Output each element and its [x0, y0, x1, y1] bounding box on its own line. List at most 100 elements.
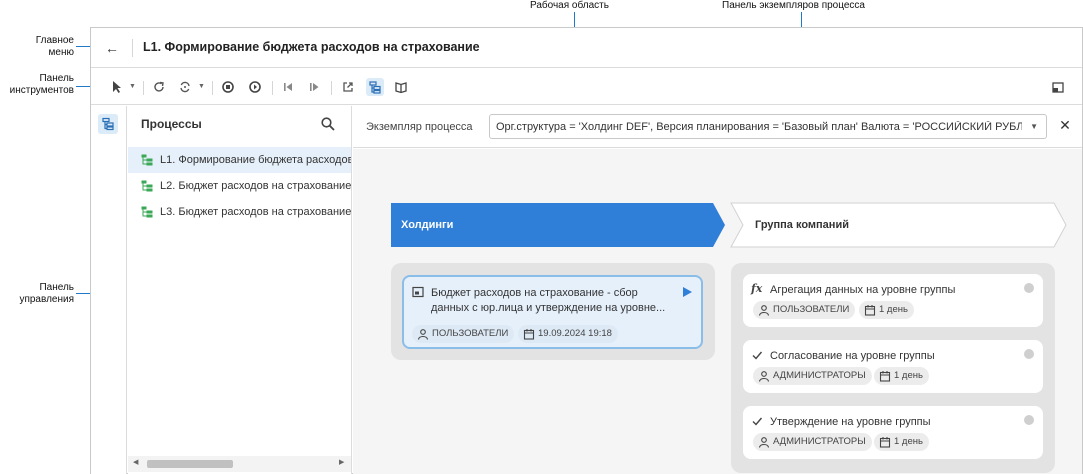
- calendar-icon: [879, 371, 891, 382]
- duration-chip: 1 день: [874, 433, 929, 451]
- stage-label-group[interactable]: Группа компаний: [755, 219, 849, 231]
- open-external-icon[interactable]: [339, 78, 357, 96]
- book-icon[interactable]: [392, 78, 410, 96]
- app-window: ← L1. Формирование бюджета расходов на с…: [90, 27, 1083, 474]
- step-title-line2: данных с юр.лица и утверждение на уровне…: [431, 302, 666, 314]
- process-tree-icon: [102, 117, 114, 131]
- step-title-line1: Бюджет расходов на страхование - сбор: [431, 287, 638, 299]
- process-instances-panel: Экземпляр процесса Орг.структура = 'Холд…: [353, 106, 1082, 148]
- date-chip: 19.09.2024 19:18: [518, 325, 618, 343]
- callout-control-panel: Панель управления: [8, 282, 74, 306]
- user-icon: [758, 305, 770, 316]
- callout-main-menu-line1: Главное: [35, 35, 74, 46]
- calendar-icon: [523, 329, 535, 340]
- scroll-right-icon[interactable]: ▶: [339, 458, 344, 466]
- stage-label-holdings[interactable]: Холдинги: [401, 219, 453, 231]
- calendar-icon: [864, 305, 876, 316]
- callout-control-panel-line1: Панель: [39, 282, 74, 293]
- step-title: Агрегация данных на уровне группы: [770, 284, 956, 296]
- date-label: 19.09.2024 19:18: [538, 328, 612, 339]
- stage-lane-holdings: Бюджет расходов на страхование - сбор да…: [391, 263, 715, 360]
- control-panel-rail: [91, 106, 127, 474]
- duration-chip: 1 день: [859, 301, 914, 319]
- process-icon: [141, 154, 153, 166]
- refresh-icon[interactable]: [150, 78, 168, 96]
- check-icon: [751, 415, 763, 427]
- restore-window-icon[interactable]: [1049, 78, 1067, 96]
- user-icon: [758, 371, 770, 382]
- step-card[interactable]: Утверждение на уровне группы АДМИНИСТРАТ…: [743, 406, 1043, 459]
- role-label: АДМИНИСТРАТОРЫ: [773, 436, 866, 447]
- processes-title: Процессы: [141, 117, 202, 131]
- role-chip: АДМИНИСТРАТОРЫ: [753, 367, 872, 385]
- process-item-label: L1. Формирование бюджета расходов на стр…: [160, 154, 352, 166]
- check-icon: [751, 349, 763, 361]
- process-item-l2[interactable]: L2. Бюджет расходов на страхование: [128, 173, 352, 199]
- callout-toolbar-line2: инструментов: [9, 85, 74, 96]
- chevron-down-icon[interactable]: ▼: [1030, 122, 1038, 131]
- callout-main-menu: Главное меню: [8, 35, 74, 59]
- sync-icon[interactable]: [176, 78, 194, 96]
- workspace: Холдинги Группа компаний Бюджет расходов…: [353, 149, 1082, 474]
- user-icon: [417, 329, 429, 340]
- pointer-icon[interactable]: [108, 78, 126, 96]
- step-card[interactable]: Бюджет расходов на страхование - сбор да…: [402, 275, 703, 349]
- instance-select[interactable]: Орг.структура = 'Холдинг DEF', Версия пл…: [489, 114, 1047, 139]
- process-item-label: L3. Бюджет расходов на страхование: [160, 206, 352, 218]
- horizontal-scrollbar[interactable]: ◀ ▶: [128, 456, 351, 472]
- role-label: ПОЛЬЗОВАТЕЛИ: [432, 328, 509, 339]
- history-icon[interactable]: [246, 78, 264, 96]
- status-indicator: [1024, 349, 1034, 359]
- duration-label: 1 день: [879, 304, 908, 315]
- step-title: Утверждение на уровне группы: [770, 416, 931, 428]
- form-icon: [412, 286, 424, 298]
- processes-panel: Процессы L1. Формирование бюджета расход…: [128, 106, 352, 474]
- duration-label: 1 день: [894, 370, 923, 381]
- arrow-left-icon[interactable]: ←: [105, 40, 121, 56]
- instance-select-value: Орг.структура = 'Холдинг DEF', Версия пл…: [496, 121, 1022, 133]
- function-icon: fx: [751, 282, 763, 295]
- process-icon: [141, 206, 153, 218]
- play-icon[interactable]: [683, 287, 692, 297]
- role-chip: ПОЛЬЗОВАТЕЛИ: [753, 301, 856, 319]
- step-title: Согласование на уровне группы: [770, 350, 935, 362]
- callout-toolbar-line1: Панель: [39, 73, 74, 84]
- callout-workspace: Рабочая область: [530, 0, 609, 11]
- status-indicator: [1024, 283, 1034, 293]
- stage-lane-group: fx Агрегация данных на уровне группы ПОЛ…: [731, 263, 1055, 473]
- duration-label: 1 день: [894, 436, 923, 447]
- close-icon[interactable]: ✕: [1057, 117, 1073, 133]
- step-card[interactable]: Согласование на уровне группы АДМИНИСТРА…: [743, 340, 1043, 393]
- user-icon: [758, 437, 770, 448]
- scroll-left-icon[interactable]: ◀: [133, 458, 138, 466]
- step-card[interactable]: fx Агрегация данных на уровне группы ПОЛ…: [743, 274, 1043, 327]
- process-icon: [141, 180, 153, 192]
- step-forward-icon[interactable]: [305, 78, 323, 96]
- process-item-l1[interactable]: L1. Формирование бюджета расходов на стр…: [128, 147, 352, 173]
- stop-circle-icon[interactable]: [219, 78, 237, 96]
- scrollbar-thumb[interactable]: [147, 460, 233, 468]
- toolbar: ▼ ▼: [91, 69, 1082, 105]
- step-back-icon[interactable]: [279, 78, 297, 96]
- callout-instances-panel: Панель экземпляров процесса: [722, 0, 865, 11]
- processes-nav-button[interactable]: [98, 114, 118, 134]
- role-chip: ПОЛЬЗОВАТЕЛИ: [412, 325, 515, 343]
- search-icon[interactable]: [320, 116, 336, 132]
- process-item-l3[interactable]: L3. Бюджет расходов на страхование: [128, 199, 352, 225]
- calendar-icon: [879, 437, 891, 448]
- duration-chip: 1 день: [874, 367, 929, 385]
- process-tree-icon[interactable]: [366, 78, 384, 96]
- instance-label: Экземпляр процесса: [366, 121, 473, 133]
- role-chip: АДМИНИСТРАТОРЫ: [753, 433, 872, 451]
- role-label: ПОЛЬЗОВАТЕЛИ: [773, 304, 850, 315]
- chevron-down-icon[interactable]: ▼: [198, 79, 205, 95]
- callout-main-menu-line2: меню: [48, 47, 74, 58]
- chevron-down-icon[interactable]: ▼: [129, 79, 136, 95]
- process-item-label: L2. Бюджет расходов на страхование: [160, 180, 352, 192]
- callout-toolbar: Панель инструментов: [0, 73, 74, 97]
- page-title: L1. Формирование бюджета расходов на стр…: [143, 40, 480, 54]
- callout-control-panel-line2: управления: [19, 294, 74, 305]
- status-indicator: [1024, 415, 1034, 425]
- title-bar: ← L1. Формирование бюджета расходов на с…: [91, 28, 1082, 68]
- role-label: АДМИНИСТРАТОРЫ: [773, 370, 866, 381]
